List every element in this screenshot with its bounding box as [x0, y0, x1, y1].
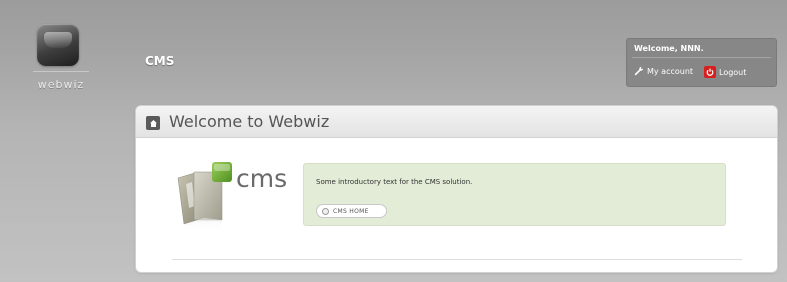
- intro-box: Some introductory text for the CMS solut…: [303, 163, 726, 226]
- power-icon: [704, 66, 716, 78]
- cms-logo-text: cms: [236, 164, 288, 193]
- panel-divider: [172, 259, 742, 260]
- my-account-link[interactable]: My account: [634, 66, 693, 76]
- panel-title: Welcome to Webwiz: [169, 112, 330, 131]
- cms-folder-icon: [177, 162, 232, 232]
- home-icon: [146, 116, 160, 130]
- logo-divider: [33, 71, 89, 72]
- user-box-divider: [632, 57, 771, 58]
- wrench-icon: [634, 66, 644, 76]
- welcome-panel: Welcome to Webwiz cms Some introductory …: [136, 106, 777, 272]
- cms-home-label: CMS HOME: [333, 207, 369, 215]
- my-account-label: My account: [647, 66, 694, 76]
- panel-header: Welcome to Webwiz: [136, 106, 777, 138]
- logo-text: webwiz: [37, 78, 85, 91]
- user-box: Welcome, NNN. My account Logout: [626, 38, 777, 87]
- intro-text: Some introductory text for the CMS solut…: [316, 178, 473, 186]
- circle-icon: [322, 207, 329, 215]
- cms-home-button[interactable]: CMS HOME: [316, 204, 387, 218]
- welcome-text: Welcome, NNN.: [634, 44, 704, 53]
- webwiz-logo[interactable]: webwiz: [31, 24, 91, 94]
- webwiz-logo-icon: [37, 24, 79, 66]
- header-title: CMS: [145, 54, 175, 68]
- cms-logo: cms: [176, 162, 296, 242]
- logout-label: Logout: [719, 67, 747, 77]
- logout-link[interactable]: Logout: [704, 66, 746, 78]
